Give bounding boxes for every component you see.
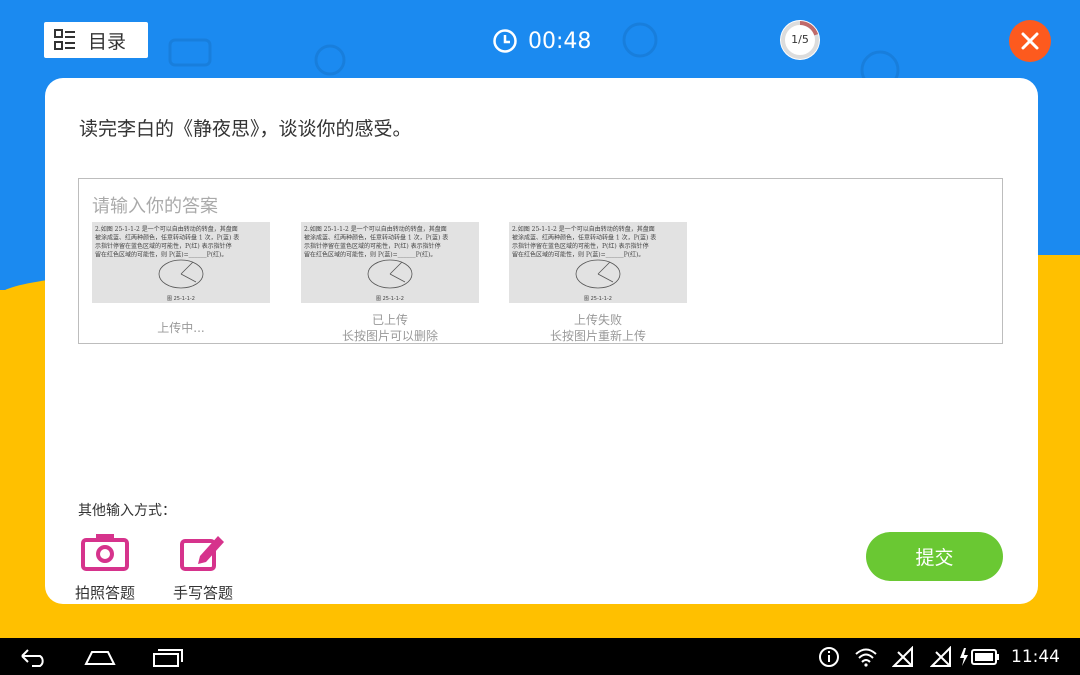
info-icon <box>819 647 839 667</box>
system-nav-bar: 11:44 <box>0 638 1080 675</box>
progress-text: 1/5 <box>791 33 809 46</box>
worksheet-thumbnail: 2.如图 25-1-1-2 是一个可以自由转动的转盘，其盘面被涂成蓝、红两种颜色… <box>92 222 270 303</box>
worksheet-text-line: 留在红色区域的可能性，则 P(蓝)=______P(红)。 <box>512 251 644 259</box>
worksheet-figure-caption: 图 25-1-1-2 <box>167 296 195 302</box>
worksheet-text-line: 2.如图 25-1-1-2 是一个可以自由转动的转盘，其盘面 <box>512 225 655 233</box>
answer-input[interactable]: 请输入你的答案 2.如图 25-1-1-2 是一个可以自由转动的转盘，其盘面 被涂… <box>78 178 1003 344</box>
answer-placeholder: 请输入你的答案 <box>92 196 218 217</box>
image-1-status: 上传中... <box>157 321 205 335</box>
no-signal-icon <box>892 646 913 667</box>
question-text: 读完李白的《静夜思》，谈谈你的感受。 <box>79 118 412 140</box>
worksheet-thumbnail: 2.如图 25-1-1-2 是一个可以自由转动的转盘，其盘面被涂成蓝、红两种颜色… <box>509 222 687 303</box>
question-card: 读完李白的《静夜思》，谈谈你的感受。 请输入你的答案 2.如图 25-1-1-2… <box>45 78 1038 604</box>
photo-answer-button[interactable]: 拍照答题 <box>70 532 140 603</box>
question-progress: 1/5 <box>779 19 821 61</box>
worksheet-text-line: 留在红色区域的可能性，则 P(蓝)=______P(红)。 <box>304 251 436 259</box>
countdown-timer: 00:48 <box>492 28 591 54</box>
close-icon <box>1021 32 1039 50</box>
list-icon <box>54 29 75 50</box>
other-input-label: 其他输入方式： <box>78 503 176 519</box>
recent-apps-icon[interactable] <box>152 646 184 668</box>
edit-icon <box>180 536 224 571</box>
worksheet-figure-caption: 图 25-1-1-2 <box>584 296 612 302</box>
submit-button[interactable]: 提交 <box>866 532 1003 581</box>
worksheet-thumbnail: 2.如图 25-1-1-2 是一个可以自由转动的转盘，其盘面被涂成蓝、红两种颜色… <box>301 222 479 303</box>
timer-value: 00:48 <box>528 28 592 54</box>
status-clock: 11:44 <box>1011 647 1060 667</box>
handwrite-answer-button[interactable]: 手写答题 <box>168 532 238 603</box>
battery-charging-icon <box>960 648 999 666</box>
no-signal-icon-2 <box>930 646 951 667</box>
uploaded-image-1[interactable]: 2.如图 25-1-1-2 是一个可以自由转动的转盘，其盘面 被涂成蓝、红两种颜色… <box>92 222 270 303</box>
catalog-label: 目录 <box>88 30 127 53</box>
camera-icon <box>81 534 129 571</box>
worksheet-text-line: 示指针停留在蓝色区域的可能性，P(红) 表示指针停 <box>304 242 441 250</box>
worksheet-text-line: 被涂成蓝、红两种颜色，任意转动转盘 1 次，P(蓝) 表 <box>304 234 448 242</box>
worksheet-text-line: 2.如图 25-1-1-2 是一个可以自由转动的转盘，其盘面 <box>95 225 238 233</box>
worksheet-text-line: 示指针停留在蓝色区域的可能性，P(红) 表示指针停 <box>512 242 649 250</box>
image-3-status: 上传失败 长按图片重新上传 <box>549 313 646 343</box>
close-button[interactable] <box>1009 20 1051 62</box>
uploaded-image-2[interactable]: 2.如图 25-1-1-2 是一个可以自由转动的转盘，其盘面 被涂成蓝、红两种颜色… <box>301 222 479 303</box>
clock-icon <box>493 29 517 53</box>
worksheet-text-line: 被涂成蓝、红两种颜色，任意转动转盘 1 次，P(蓝) 表 <box>512 234 656 242</box>
worksheet-text-line: 示指针停留在蓝色区域的可能性，P(红) 表示指针停 <box>95 242 232 250</box>
worksheet-text-line: 被涂成蓝、红两种颜色，任意转动转盘 1 次，P(蓝) 表 <box>95 234 239 242</box>
home-icon[interactable] <box>84 646 116 668</box>
handwrite-answer-label: 手写答题 <box>172 584 233 602</box>
back-icon[interactable] <box>18 646 48 668</box>
image-2-status: 已上传 长按图片可以删除 <box>341 313 438 343</box>
uploaded-image-3[interactable]: 2.如图 25-1-1-2 是一个可以自由转动的转盘，其盘面 被涂成蓝、红两种颜色… <box>509 222 687 303</box>
photo-answer-label: 拍照答题 <box>74 584 135 602</box>
catalog-button[interactable]: 目录 <box>44 22 148 58</box>
wifi-icon <box>855 648 877 667</box>
worksheet-figure-caption: 图 25-1-1-2 <box>376 296 404 302</box>
worksheet-text-line: 留在红色区域的可能性，则 P(蓝)=______P(红)。 <box>95 251 227 259</box>
worksheet-text-line: 2.如图 25-1-1-2 是一个可以自由转动的转盘，其盘面 <box>304 225 447 233</box>
